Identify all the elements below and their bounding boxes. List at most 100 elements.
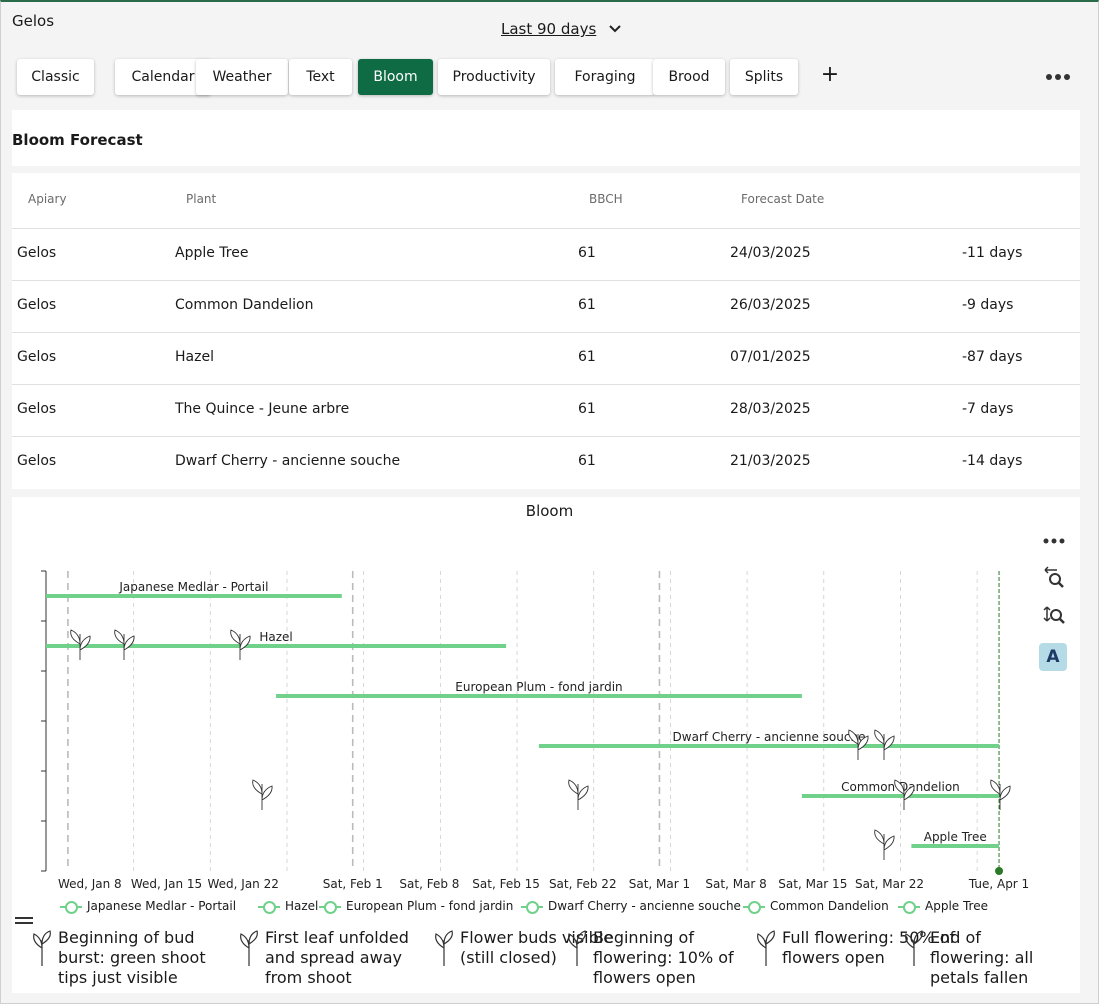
cell-plant: Dwarf Cherry - ancienne souche (175, 453, 401, 469)
flower-buds-icon (435, 930, 453, 966)
legend-swatch (258, 900, 280, 914)
x-tick-label: Sat, Mar 1 (629, 877, 690, 891)
flowering-start-icon (568, 930, 586, 966)
tab-text[interactable]: Text (289, 59, 352, 95)
series-label: Dwarf Cherry - ancienne souche (673, 730, 866, 744)
plant-sketch-icon (252, 779, 273, 810)
legend-swatch (743, 900, 765, 914)
table-row[interactable]: Gelos Hazel 61 07/01/2025 -87 days (12, 332, 1080, 385)
series-label: Hazel (259, 630, 292, 644)
legend-label: Japanese Medlar - Portail (87, 899, 237, 913)
cell-bbch: 61 (578, 349, 596, 365)
more-icon[interactable] (1042, 536, 1066, 546)
tab-splits[interactable]: Splits (730, 59, 798, 95)
bbch-stage-label: Beginning of bud burst: green shoot tips… (58, 928, 206, 987)
page-title: Gelos (12, 12, 55, 30)
first-leaf-icon (240, 930, 258, 966)
x-tick-label: Wed, Jan 15 (131, 877, 202, 891)
full-flowering-icon (757, 930, 775, 966)
column-header-forecast-date[interactable]: Forecast Date (741, 192, 824, 206)
cell-delta: -14 days (962, 453, 1023, 469)
table-row[interactable]: Gelos Common Dandelion 61 26/03/2025 -9 days (12, 280, 1080, 333)
legend-item[interactable]: Dwarf Cherry - ancienne souche (521, 899, 741, 914)
cell-apiary: Gelos (17, 401, 57, 417)
plant-sketch-icon (874, 829, 895, 860)
flowering-end-icon (905, 930, 923, 966)
legend-item[interactable]: Japanese Medlar - Portail (60, 899, 237, 914)
legend-item[interactable]: Common Dandelion (743, 899, 889, 914)
cell-delta: -11 days (962, 245, 1023, 261)
x-tick-label: Wed, Jan 22 (207, 877, 278, 891)
cell-date: 26/03/2025 (730, 297, 811, 313)
legend-swatch (898, 900, 920, 914)
column-header-plant[interactable]: Plant (186, 192, 216, 206)
cell-plant: Hazel (175, 349, 214, 365)
drag-handle-icon[interactable] (15, 917, 33, 919)
table-row[interactable]: Gelos Dwarf Cherry - ancienne souche 61 21/… (12, 436, 1080, 489)
cell-date: 28/03/2025 (730, 401, 811, 417)
forecast-title: Bloom Forecast (12, 131, 143, 149)
cell-bbch: 61 (578, 297, 596, 313)
forecast-header-panel (12, 110, 1080, 166)
table-row[interactable]: Gelos Apple Tree 61 24/03/2025 -11 days (12, 228, 1080, 281)
add-tab-button[interactable]: + (818, 62, 842, 87)
cell-delta: -87 days (962, 349, 1023, 365)
cell-apiary: Gelos (17, 245, 57, 261)
cell-plant: The Quince - Jeune arbre (175, 401, 350, 417)
legend-label: Common Dandelion (770, 899, 889, 913)
bud-burst-icon (33, 930, 51, 966)
legend-label: Hazel (285, 899, 319, 913)
tab-foraging[interactable]: Foraging (555, 59, 655, 95)
cell-apiary: Gelos (17, 453, 57, 469)
legend-label: Dwarf Cherry - ancienne souche (548, 899, 741, 913)
legend-item[interactable]: Apple Tree (898, 899, 988, 914)
cell-date: 21/03/2025 (730, 453, 811, 469)
tab-bloom[interactable]: Bloom (358, 59, 433, 95)
x-tick-label: Sat, Mar 8 (705, 877, 766, 891)
x-tick-label: Sat, Mar 15 (778, 877, 847, 891)
chart-title: Bloom (525, 502, 574, 520)
column-header-apiary[interactable]: Apiary (28, 192, 67, 206)
cell-delta: -9 days (962, 297, 1014, 313)
cell-apiary: Gelos (17, 349, 57, 365)
tab-brood[interactable]: Brood (653, 59, 725, 95)
plant-sketch-icon (568, 779, 589, 810)
cell-date: 24/03/2025 (730, 245, 811, 261)
cell-plant: Apple Tree (175, 245, 249, 261)
bbch-stage-label: End of flowering: all petals fallen (930, 928, 1034, 987)
x-tick-label: Sat, Feb 1 (323, 877, 383, 891)
x-tick-label: Sat, Feb 15 (472, 877, 540, 891)
tab-productivity[interactable]: Productivity (438, 59, 550, 95)
cell-delta: -7 days (962, 401, 1014, 417)
legend-item[interactable]: Hazel (258, 899, 319, 914)
series-label: European Plum - fond jardin (455, 680, 622, 694)
cell-bbch: 61 (578, 245, 596, 261)
series-label: Japanese Medlar - Portail (118, 580, 268, 594)
cell-bbch: 61 (578, 453, 596, 469)
cell-plant: Common Dandelion (175, 297, 314, 313)
zoom-y-icon[interactable] (1043, 605, 1065, 627)
tab-classic[interactable]: Classic (17, 59, 94, 95)
more-icon[interactable] (1045, 70, 1071, 84)
legend-label: Apple Tree (925, 899, 988, 913)
date-range-selector[interactable]: Last 90 days (501, 20, 596, 38)
tab-weather[interactable]: Weather (196, 59, 288, 95)
auto-scale-toggle[interactable]: A (1039, 643, 1067, 671)
column-header-bbch[interactable]: BBCH (589, 192, 623, 206)
series-label: Apple Tree (924, 830, 987, 844)
legend-label: European Plum - fond jardin (346, 899, 514, 913)
legend-swatch (319, 900, 341, 914)
bbch-stage-label: First leaf unfolded and spread away from… (265, 928, 409, 987)
x-tick-label: Sat, Feb 8 (399, 877, 459, 891)
chevron-down-icon[interactable] (608, 22, 622, 36)
x-tick-label: Sat, Mar 22 (855, 877, 924, 891)
drag-handle-icon-line[interactable] (15, 922, 33, 924)
today-dot (995, 867, 1004, 875)
legend-item[interactable]: European Plum - fond jardin (319, 899, 514, 914)
table-row[interactable]: Gelos The Quince - Jeune arbre 61 28/03/202… (12, 384, 1080, 437)
zoom-x-icon[interactable] (1043, 566, 1065, 588)
cell-apiary: Gelos (17, 297, 57, 313)
legend-swatch (521, 900, 543, 914)
x-tick-label: Wed, Jan 8 (58, 877, 122, 891)
bloom-chart[interactable]: Wed, Jan 8 Wed, Jan 15 Wed, Jan 22 Sat, Feb… (0, 520, 1040, 895)
